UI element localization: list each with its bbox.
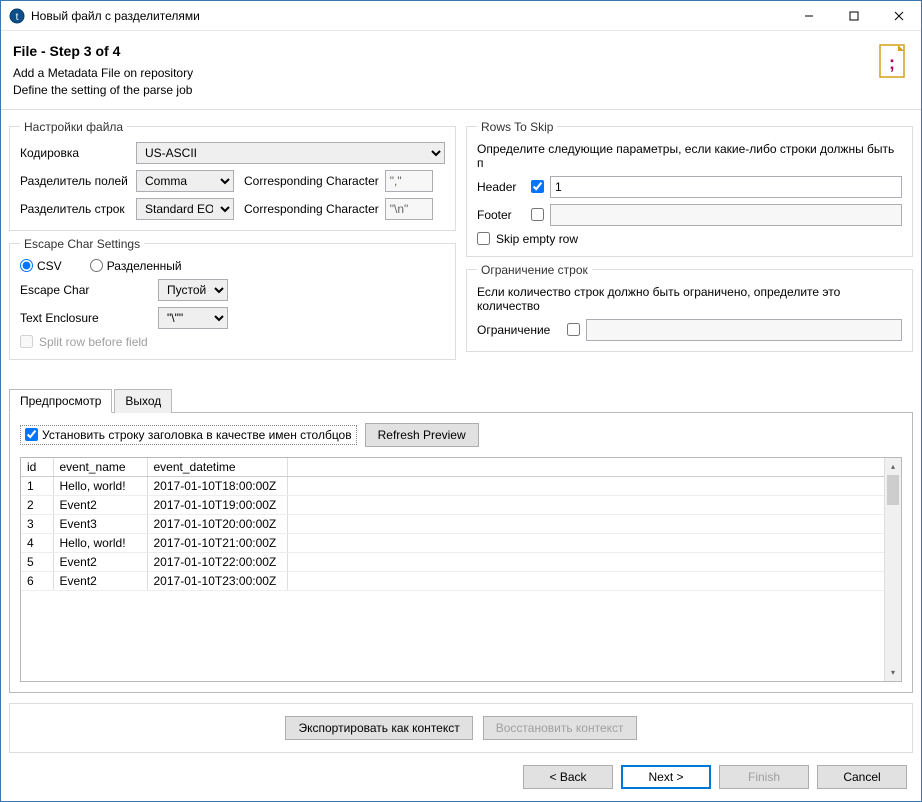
file-settings-legend: Настройки файла <box>20 120 127 134</box>
skip-empty-label: Skip empty row <box>496 232 578 246</box>
back-button[interactable]: < Back <box>523 765 613 789</box>
escape-settings-group: Escape Char Settings CSV Разделенный Esc… <box>9 237 456 360</box>
minimize-button[interactable] <box>786 1 831 30</box>
csv-radio[interactable]: CSV <box>20 259 62 273</box>
tab-strip: Предпросмотр Выход <box>9 388 913 412</box>
maximize-button[interactable] <box>831 1 876 30</box>
finish-button: Finish <box>719 765 809 789</box>
vertical-scrollbar[interactable]: ▴ ▾ <box>884 458 901 681</box>
delimited-radio[interactable]: Разделенный <box>90 259 182 273</box>
column-header[interactable]: event_datetime <box>147 458 287 477</box>
restore-context-button: Восстановить контекст <box>483 716 637 740</box>
tab-output[interactable]: Выход <box>114 389 172 413</box>
encoding-label: Кодировка <box>20 146 130 160</box>
app-icon: t <box>9 8 25 24</box>
split-row-check <box>20 335 33 348</box>
field-sep-label: Разделитель полей <box>20 174 130 188</box>
window-controls <box>786 1 921 30</box>
scroll-thumb[interactable] <box>887 475 899 505</box>
next-button[interactable]: Next > <box>621 765 711 789</box>
header-check[interactable] <box>531 180 544 193</box>
refresh-preview-button[interactable]: Refresh Preview <box>365 423 479 447</box>
encoding-select[interactable]: US-ASCII <box>136 142 445 164</box>
footer-check[interactable] <box>531 208 544 221</box>
close-button[interactable] <box>876 1 921 30</box>
limit-check[interactable] <box>567 323 580 336</box>
context-bar: Экспортировать как контекст Восстановить… <box>9 703 913 753</box>
scroll-down-icon[interactable]: ▾ <box>885 664 901 681</box>
escape-settings-legend: Escape Char Settings <box>20 237 144 251</box>
column-header[interactable]: id <box>21 458 53 477</box>
escape-char-label: Escape Char <box>20 283 152 297</box>
row-limit-legend: Ограничение строк <box>477 263 592 277</box>
table-row[interactable]: 4Hello, world!2017-01-10T21:00:00Z <box>21 534 901 553</box>
header-label: Header <box>477 180 525 194</box>
row-limit-desc: Если количество строк должно быть ограни… <box>477 285 902 313</box>
text-enclosure-select[interactable]: "\"" <box>158 307 228 329</box>
cancel-button[interactable]: Cancel <box>817 765 907 789</box>
rows-to-skip-group: Rows To Skip Определите следующие параме… <box>466 120 913 257</box>
row-sep-select[interactable]: Standard EOL <box>136 198 234 220</box>
wizard-button-bar: < Back Next > Finish Cancel <box>1 753 921 801</box>
table-row[interactable]: 2Event22017-01-10T19:00:00Z <box>21 496 901 515</box>
table-row[interactable]: 1Hello, world!2017-01-10T18:00:00Z <box>21 477 901 496</box>
svg-text:;: ; <box>889 53 895 73</box>
field-sep-char <box>385 170 433 192</box>
tab-preview[interactable]: Предпросмотр <box>9 389 112 413</box>
table-row[interactable]: 5Event22017-01-10T22:00:00Z <box>21 553 901 572</box>
wizard-step-desc: Add a Metadata File on repository Define… <box>13 65 869 99</box>
wizard-step-title: File - Step 3 of 4 <box>13 43 869 59</box>
split-row-label: Split row before field <box>39 335 148 349</box>
escape-char-select[interactable]: Пустой <box>158 279 228 301</box>
header-as-column-names-check[interactable]: Установить строку заголовка в качестве и… <box>20 425 357 445</box>
preview-grid[interactable]: idevent_nameevent_datetime 1Hello, world… <box>20 457 902 682</box>
header-value[interactable] <box>550 176 902 198</box>
field-sep-select[interactable]: Comma <box>136 170 234 192</box>
row-sep-label: Разделитель строк <box>20 202 130 216</box>
window-title: Новый файл с разделителями <box>31 9 786 23</box>
export-context-button[interactable]: Экспортировать как контекст <box>285 716 472 740</box>
corresp-char-label-1: Corresponding Character <box>244 174 379 188</box>
row-sep-char <box>385 198 433 220</box>
limit-value <box>586 319 902 341</box>
footer-value <box>550 204 902 226</box>
scroll-up-icon[interactable]: ▴ <box>885 458 901 475</box>
column-header[interactable]: event_name <box>53 458 147 477</box>
text-enclosure-label: Text Enclosure <box>20 311 152 325</box>
svg-text:t: t <box>16 12 19 23</box>
rows-to-skip-legend: Rows To Skip <box>477 120 557 134</box>
table-row[interactable]: 6Event22017-01-10T23:00:00Z <box>21 572 901 591</box>
rows-to-skip-desc: Определите следующие параметры, если как… <box>477 142 902 170</box>
tab-content: Установить строку заголовка в качестве и… <box>9 412 913 693</box>
footer-label: Footer <box>477 208 525 222</box>
limit-label: Ограничение <box>477 323 561 337</box>
titlebar: t Новый файл с разделителями <box>1 1 921 31</box>
table-row[interactable]: 3Event32017-01-10T20:00:00Z <box>21 515 901 534</box>
file-semicolon-icon: ; <box>877 43 909 81</box>
wizard-header: File - Step 3 of 4 Add a Metadata File o… <box>1 31 921 110</box>
corresp-char-label-2: Corresponding Character <box>244 202 379 216</box>
row-limit-group: Ограничение строк Если количество строк … <box>466 263 913 352</box>
file-settings-group: Настройки файла Кодировка US-ASCII Разде… <box>9 120 456 231</box>
skip-empty-check[interactable] <box>477 232 490 245</box>
